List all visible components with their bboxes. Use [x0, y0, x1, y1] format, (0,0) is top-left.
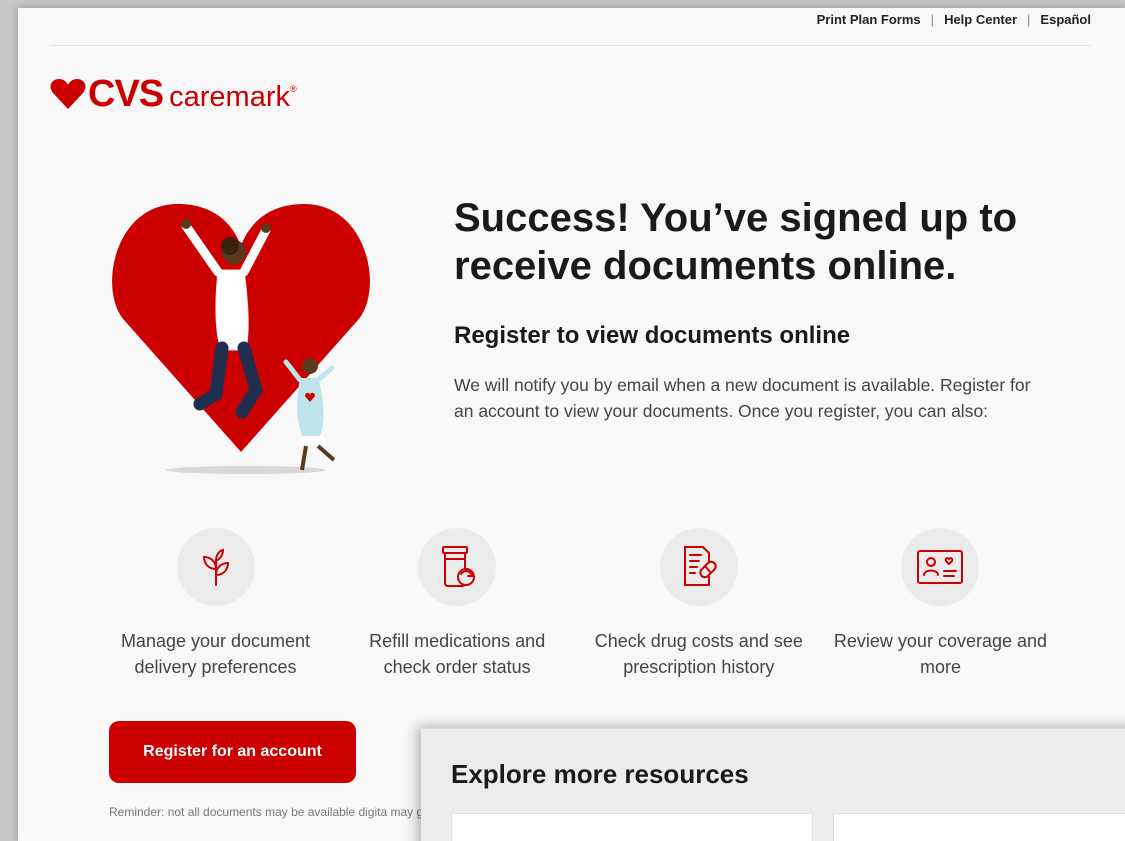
espanol-link[interactable]: Español [1040, 12, 1091, 27]
header-divider [50, 45, 1091, 46]
sprout-icon [176, 528, 255, 606]
pill-bottle-refill-icon [418, 528, 497, 606]
reminder-text: Reminder: not all documents may be avail… [109, 805, 439, 819]
intro-text: We will notify you by email when a new d… [454, 375, 1031, 421]
resource-card[interactable] [451, 813, 813, 841]
resource-card[interactable] [833, 813, 1125, 841]
logo-caremark-text: caremark [169, 80, 290, 113]
benefit-item: Refill medications and check order statu… [350, 528, 565, 680]
benefit-label: Refill medications and check order statu… [369, 631, 546, 677]
benefit-label: Manage your document delivery preference… [120, 631, 311, 677]
benefit-label: Review your coverage and more [833, 631, 1048, 677]
benefit-item: Review your coverage and more [833, 528, 1048, 680]
hero-illustration [112, 204, 370, 474]
benefit-item: Manage your document delivery preference… [108, 528, 323, 680]
section-subheading: Register to view documents online [454, 322, 851, 349]
help-center-link[interactable]: Help Center [944, 12, 1017, 27]
print-plan-forms-link[interactable]: Print Plan Forms [817, 12, 921, 27]
cvs-caremark-logo[interactable]: CVS caremark ® [50, 74, 297, 114]
utility-nav: Print Plan Forms | Help Center | Español [817, 12, 1091, 27]
logo-cvs-text: CVS [88, 73, 164, 115]
nav-separator: | [930, 12, 935, 27]
page-title: Success! You’ve signed up to receive doc… [454, 196, 1018, 288]
logo-registered-mark: ® [290, 84, 297, 94]
page: Print Plan Forms | Help Center | Español… [18, 8, 1125, 841]
benefit-item: Check drug costs and see prescription hi… [591, 528, 806, 680]
benefits-list: Manage your document delivery preference… [108, 528, 1048, 680]
explore-resources-heading: Explore more resources [451, 759, 749, 789]
benefit-label: Check drug costs and see prescription hi… [594, 631, 803, 677]
heart-logo-icon [50, 79, 86, 109]
explore-resources-panel: Explore more resources [421, 728, 1125, 841]
prescription-document-icon [659, 528, 738, 606]
member-id-card-icon [901, 528, 980, 606]
register-account-button[interactable]: Register for an account [109, 721, 356, 783]
nav-separator: | [1027, 12, 1031, 27]
